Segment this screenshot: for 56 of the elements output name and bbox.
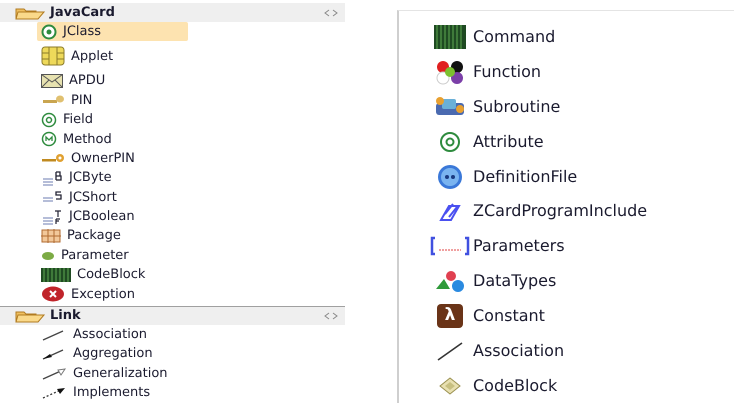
palette-item[interactable]: Package — [37, 226, 188, 246]
palette-item[interactable]: Method — [37, 130, 188, 149]
toolbox-item[interactable]: ZCardProgramInclude — [433, 194, 734, 229]
brackets-icon — [429, 236, 471, 256]
toolbox-item[interactable]: Subroutine — [433, 90, 734, 124]
chip-icon — [41, 46, 65, 66]
palette-item[interactable]: CodeBlock — [37, 265, 188, 285]
palette-item[interactable]: PIN — [37, 90, 188, 110]
toolbox-item[interactable]: Command — [433, 20, 734, 55]
palette-item[interactable]: Applet — [37, 41, 188, 72]
palette-item[interactable]: Association — [37, 325, 188, 344]
toolbox-item[interactable]: Attribute — [433, 124, 734, 160]
lambda-icon: λ — [437, 304, 463, 328]
error-icon — [41, 286, 65, 302]
palette-item[interactable]: JCShort — [37, 188, 188, 208]
folder-icon — [15, 309, 45, 324]
palette-item[interactable]: Field — [37, 110, 188, 130]
toolbox-item[interactable]: Function — [433, 54, 734, 90]
palette-group-header[interactable]: JavaCard — [0, 3, 345, 22]
envelope-icon — [41, 74, 63, 88]
palette-item[interactable]: Aggregation — [37, 344, 188, 364]
toolbox-item[interactable]: CodeBlock — [433, 368, 734, 403]
diamond-icon — [438, 376, 462, 396]
code-block-icon — [434, 25, 466, 50]
association-line-icon — [436, 340, 464, 362]
palette-item[interactable]: JCByte — [37, 168, 188, 188]
toolbox-item[interactable]: Parameters — [433, 228, 734, 264]
circle-icon — [41, 131, 57, 148]
palette-item[interactable]: Generalization — [37, 364, 188, 384]
implements-arrow-icon — [41, 386, 67, 400]
palette-group-header[interactable]: Link — [0, 306, 345, 326]
palette-item[interactable]: JClass — [37, 22, 188, 42]
palette-item[interactable]: Implements — [37, 383, 188, 403]
toolbox-item[interactable]: λ Constant — [433, 298, 734, 334]
toolbox-item[interactable]: DefinitionFile — [433, 159, 734, 194]
toolbox-item[interactable]: Association — [433, 333, 734, 368]
binary-icon — [41, 170, 63, 186]
circle-icon — [41, 24, 57, 40]
palette-item[interactable]: JCBoolean — [37, 207, 188, 227]
key-icon — [41, 152, 65, 165]
palette-item[interactable]: Parameter — [37, 246, 188, 266]
generalization-arrow-icon — [41, 366, 67, 381]
dot-icon — [41, 250, 55, 261]
collapse-icon — [323, 8, 339, 16]
code-block-icon — [41, 268, 71, 282]
binary-icon — [41, 208, 63, 225]
group-title: Link — [50, 307, 82, 326]
toolbox-item[interactable]: DataTypes — [433, 264, 734, 298]
collapse-icon — [323, 312, 339, 320]
shapes-icon — [434, 269, 466, 294]
palette-item[interactable]: Exception — [37, 284, 188, 304]
palette-item[interactable]: OwnerPIN — [37, 148, 188, 168]
package-icon — [41, 229, 61, 244]
group-title: JavaCard — [50, 4, 116, 22]
palette-item[interactable]: APDU — [37, 71, 188, 91]
folder-icon — [15, 6, 45, 20]
